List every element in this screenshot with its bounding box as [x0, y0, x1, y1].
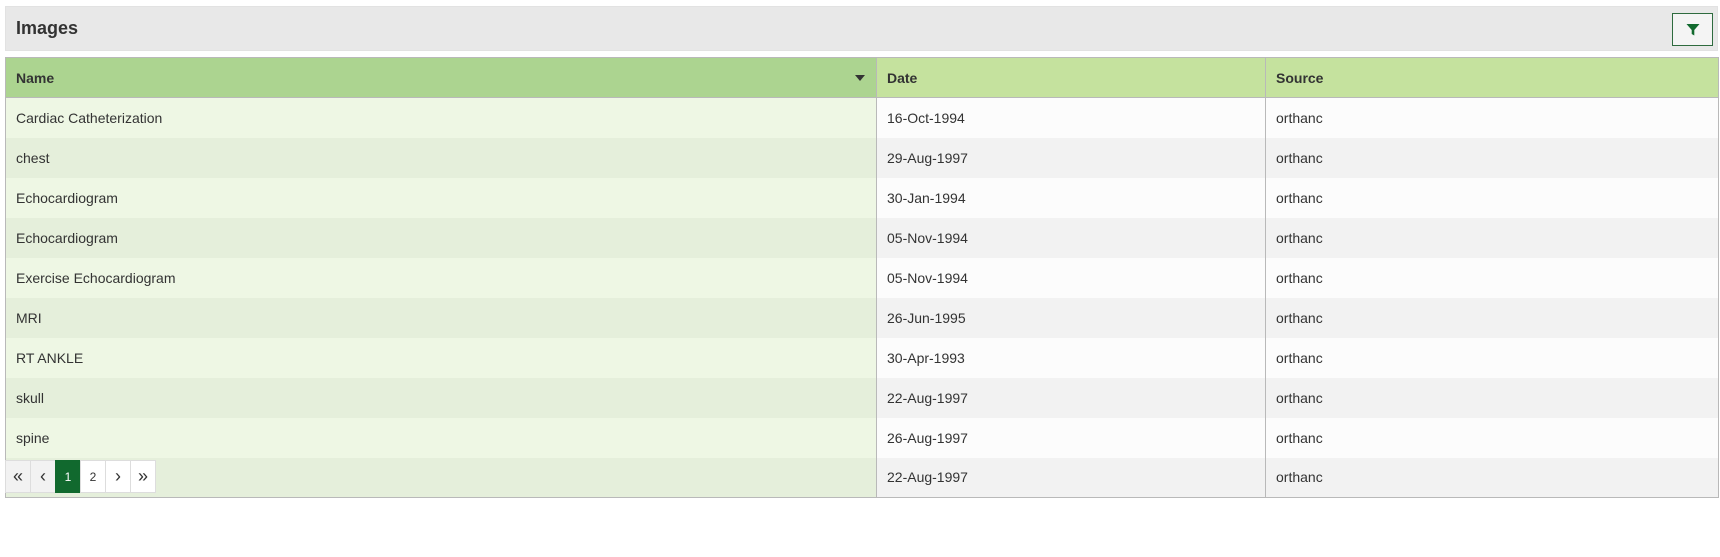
next-page-button[interactable]: › — [105, 460, 131, 493]
cell-source: orthanc — [1265, 297, 1719, 338]
cell-source: orthanc — [1265, 377, 1719, 418]
cell-source: orthanc — [1265, 257, 1719, 298]
filter-icon — [1686, 23, 1699, 35]
cell-source: orthanc — [1265, 457, 1719, 498]
last-page-button[interactable]: » — [130, 460, 156, 493]
cell-name: MRI — [5, 297, 877, 338]
table-row[interactable]: Echocardiogram 30-Jan-1994 orthanc — [5, 177, 1719, 218]
panel-title: Images — [16, 18, 79, 38]
column-header-name[interactable]: Name — [5, 57, 877, 98]
column-header-date[interactable]: Date — [876, 57, 1266, 98]
column-header-source-label: Source — [1276, 69, 1324, 86]
table-row[interactable]: upper extremities22-Aug-1997orthanc — [5, 457, 1719, 498]
cell-date: 22-Aug-1997 — [876, 377, 1266, 418]
cell-source: orthanc — [1265, 337, 1719, 378]
cell-date: 05-Nov-1994 — [876, 257, 1266, 298]
cell-date: 29-Aug-1997 — [876, 137, 1266, 178]
column-header-date-label: Date — [887, 69, 918, 86]
table-row[interactable]: skull 22-Aug-1997 orthanc — [5, 377, 1719, 418]
panel-header: Images — [5, 6, 1718, 51]
cell-source: orthanc — [1265, 177, 1719, 218]
cell-date: 22-Aug-1997 — [876, 457, 1266, 498]
table-row[interactable]: Echocardiogram 05-Nov-1994 orthanc — [5, 217, 1719, 258]
cell-name: skull — [5, 377, 877, 418]
table-header-row: Name Date Source — [5, 57, 1719, 98]
cell-name: Echocardiogram — [5, 217, 877, 258]
table-row[interactable]: Exercise Echocardiogram 05-Nov-1994 orthan… — [5, 257, 1719, 298]
column-header-source[interactable]: Source — [1265, 57, 1719, 98]
cell-name: RT ANKLE — [5, 337, 877, 378]
prev-page-button[interactable]: ‹ — [30, 460, 56, 493]
cell-name: spine — [5, 417, 877, 458]
table-row[interactable]: Cardiac Catheterization 16-Oct-1994 orthan… — [5, 97, 1719, 138]
cell-name: Echocardiogram — [5, 177, 877, 218]
page-button-2[interactable]: 2 — [80, 460, 106, 493]
table-row[interactable]: MRI 26-Jun-1995 orthanc — [5, 297, 1719, 338]
column-header-name-label: Name — [16, 69, 55, 86]
filter-button[interactable] — [1672, 13, 1713, 46]
cell-name: Cardiac Catheterization — [5, 97, 877, 138]
cell-source: orthanc — [1265, 137, 1719, 178]
cell-date: 26-Aug-1997 — [876, 417, 1266, 458]
images-table: Name Date Source Cardiac Catheterization… — [5, 57, 1719, 498]
first-page-button[interactable]: « — [5, 460, 31, 493]
cell-date: 30-Jan-1994 — [876, 177, 1266, 218]
cell-source: orthanc — [1265, 97, 1719, 138]
cell-name: chest — [5, 137, 877, 178]
table-row[interactable]: RT ANKLE 30-Apr-1993 orthanc — [5, 337, 1719, 378]
cell-date: 26-Jun-1995 — [876, 297, 1266, 338]
table-body: Cardiac Catheterization 16-Oct-1994 orthan… — [5, 97, 1719, 498]
pagination-bar: « ‹ 1 2 › » — [5, 460, 156, 493]
cell-source: orthanc — [1265, 217, 1719, 258]
table-row[interactable]: spine 26-Aug-1997 orthanc — [5, 417, 1719, 458]
cell-date: 30-Apr-1993 — [876, 337, 1266, 378]
sort-down-icon — [855, 75, 865, 81]
page-button-1[interactable]: 1 — [55, 460, 81, 493]
table-row[interactable]: chest 29-Aug-1997 orthanc — [5, 137, 1719, 178]
cell-date: 05-Nov-1994 — [876, 217, 1266, 258]
cell-source: orthanc — [1265, 417, 1719, 458]
images-panel: Images Name Date Source Cardiac Catheter… — [5, 6, 1719, 498]
cell-date: 16-Oct-1994 — [876, 97, 1266, 138]
cell-name: Exercise Echocardiogram — [5, 257, 877, 298]
